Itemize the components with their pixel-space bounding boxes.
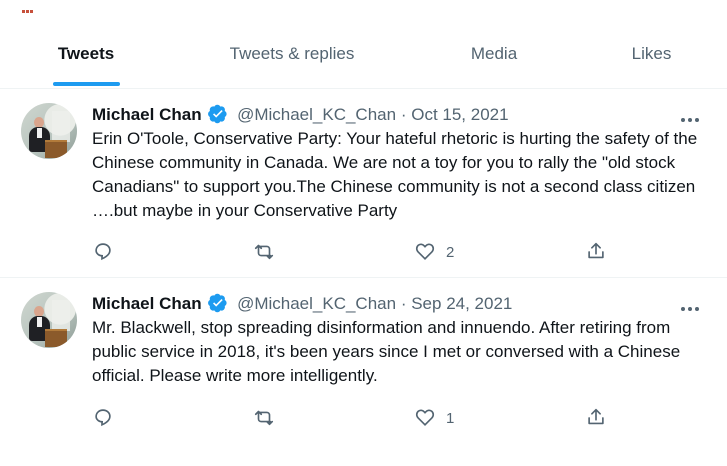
retweet-icon — [254, 244, 274, 260]
verified-badge-icon — [208, 293, 227, 313]
like-icon — [415, 409, 435, 426]
retweet-icon — [254, 410, 274, 426]
reply-button[interactable] — [92, 240, 114, 264]
tab-likes[interactable]: Likes — [576, 30, 727, 88]
tweet-actions: 1 — [92, 406, 612, 430]
tweet-date[interactable]: Oct 15, 2021 — [411, 105, 508, 124]
tab-tweets-replies[interactable]: Tweets & replies — [172, 30, 412, 88]
author-name[interactable]: Michael Chan — [92, 105, 202, 124]
tweet-text: Mr. Blackwell, stop spreading disinforma… — [92, 318, 681, 385]
retweet-button[interactable] — [253, 240, 275, 264]
avatar[interactable] — [21, 103, 77, 159]
tweet-text: Erin O'Toole, Conservative Party: Your h… — [92, 129, 698, 220]
like-count: 2 — [446, 244, 455, 261]
separator-dot: · — [400, 105, 407, 124]
reply-icon — [95, 243, 111, 261]
tab-media[interactable]: Media — [412, 30, 576, 88]
author-handle[interactable]: @Michael_KC_Chan — [237, 105, 396, 124]
top-crop-remnant — [22, 0, 36, 13]
profile-tabs: Tweets Tweets & replies Media Likes — [0, 30, 727, 89]
tweet-2[interactable]: Michael Chan @Michael_KC_Chan · Sep 24, … — [0, 278, 727, 466]
tweet-1[interactable]: Michael Chan @Michael_KC_Chan · Oct 15, … — [0, 89, 727, 278]
author-handle[interactable]: @Michael_KC_Chan — [237, 294, 396, 313]
retweet-button[interactable] — [253, 406, 275, 430]
avatar[interactable] — [21, 292, 77, 348]
author-name[interactable]: Michael Chan — [92, 294, 202, 313]
like-icon — [415, 243, 435, 260]
like-count: 1 — [446, 410, 455, 427]
verified-badge-icon — [208, 104, 227, 124]
tweet-header: Michael Chan @Michael_KC_Chan · Sep 24, … — [92, 293, 512, 315]
share-button[interactable] — [585, 406, 607, 430]
share-icon — [588, 242, 604, 259]
share-button[interactable] — [585, 240, 607, 264]
separator-dot: · — [400, 294, 407, 313]
like-button[interactable]: 2 — [414, 240, 454, 264]
active-tab-indicator — [53, 82, 120, 86]
reply-button[interactable] — [92, 406, 114, 430]
tab-tweets[interactable]: Tweets — [0, 30, 172, 88]
tweet-date[interactable]: Sep 24, 2021 — [411, 294, 512, 313]
like-button[interactable]: 1 — [414, 406, 454, 430]
reply-icon — [95, 409, 111, 427]
share-icon — [588, 408, 604, 425]
more-options-icon[interactable] — [681, 298, 703, 311]
tweet-header: Michael Chan @Michael_KC_Chan · Oct 15, … — [92, 104, 509, 126]
profile-timeline: Tweets Tweets & replies Media Likes Mich… — [0, 0, 727, 434]
tweet-actions: 2 — [92, 240, 612, 264]
more-options-icon[interactable] — [681, 109, 703, 122]
